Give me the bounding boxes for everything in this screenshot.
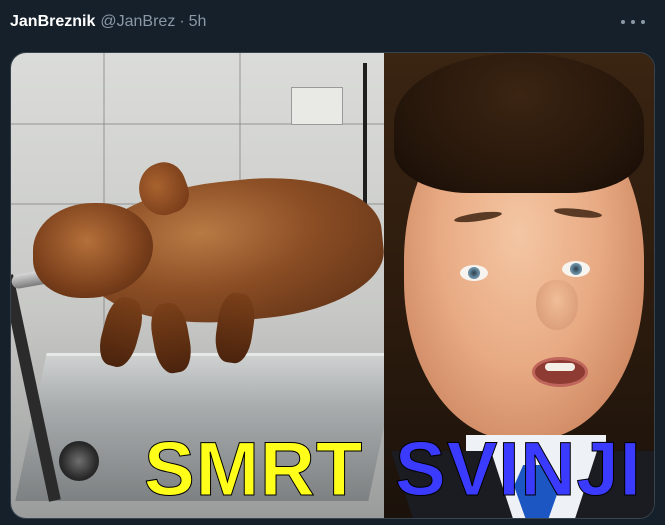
cable	[363, 63, 367, 213]
display-name[interactable]: JanBreznik	[10, 11, 95, 33]
timestamp[interactable]: 5h	[189, 11, 207, 33]
user-handle[interactable]: @JanBrez	[100, 11, 175, 33]
eyebrow	[453, 209, 503, 225]
eyebrow	[553, 206, 603, 220]
iris	[468, 267, 480, 279]
hair	[394, 53, 644, 193]
teeth	[545, 363, 575, 371]
more-horizontal-icon	[631, 20, 635, 24]
iris	[570, 263, 582, 275]
stand-wheel	[59, 441, 99, 481]
tweet: JanBreznik @JanBrez · 5h SMRT SVINJI	[0, 0, 665, 525]
more-horizontal-icon	[641, 20, 645, 24]
tweet-header: JanBreznik @JanBrez · 5h	[10, 11, 206, 33]
separator-dot: ·	[179, 13, 185, 30]
more-options-button[interactable]	[621, 12, 645, 32]
nose	[536, 280, 578, 330]
caption-right: SVINJI	[395, 427, 642, 513]
mouth	[532, 357, 588, 387]
tile-line	[103, 53, 105, 350]
eye	[460, 265, 488, 281]
caption-left: SMRT	[143, 427, 364, 513]
power-socket	[291, 87, 343, 125]
eye	[562, 261, 590, 277]
more-horizontal-icon	[621, 20, 625, 24]
tweet-image[interactable]: SMRT SVINJI	[10, 52, 655, 519]
